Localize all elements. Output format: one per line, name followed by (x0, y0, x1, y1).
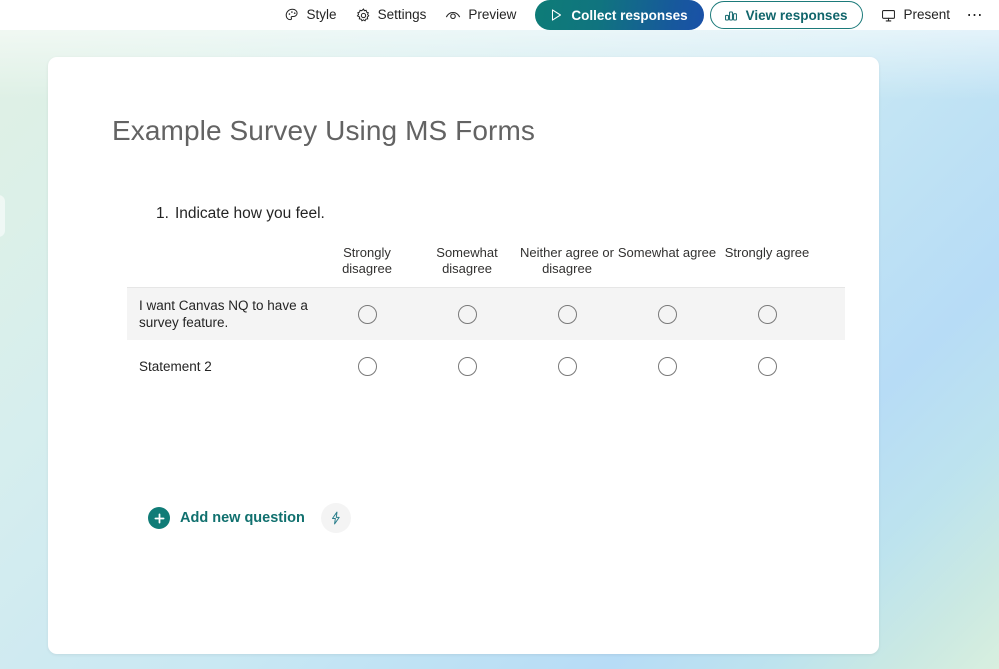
radio-r1c2[interactable] (457, 304, 477, 324)
question-title-row[interactable]: 1. Indicate how you feel. (106, 205, 846, 223)
likert-table: Strongly disagree Somewhat disagree Neit… (127, 245, 845, 392)
question-block-1: 1. Indicate how you feel. Strongly disag… (106, 205, 846, 392)
likert-cell-r1c3[interactable] (517, 304, 617, 324)
toolbar-item-preview-label: Preview (468, 7, 517, 23)
likert-cell-r2c4[interactable] (617, 356, 717, 376)
likert-cell-r1c5[interactable] (717, 304, 817, 324)
radio-r2c4[interactable] (657, 356, 677, 376)
toolbar-item-preview[interactable]: Preview (435, 2, 525, 28)
toolbar-item-style[interactable]: Style (275, 2, 346, 28)
view-responses-label: View responses (745, 7, 848, 23)
lightning-bolt-icon[interactable] (320, 503, 351, 533)
radio-r2c3[interactable] (557, 356, 577, 376)
likert-cell-r2c3[interactable] (517, 356, 617, 376)
likert-row-1: I want Canvas NQ to have a survey featur… (127, 288, 845, 340)
radio-r2c2[interactable] (457, 356, 477, 376)
plus-circle-icon[interactable] (148, 507, 170, 529)
present-label: Present (903, 7, 950, 23)
likert-cell-r2c2[interactable] (417, 356, 517, 376)
likert-column-header-2: Somewhat disagree (436, 245, 498, 276)
ellipsis-icon: ⋯ (966, 7, 984, 24)
likert-cell-r1c4[interactable] (617, 304, 717, 324)
radio-r1c1[interactable] (357, 304, 377, 324)
radio-r2c1[interactable] (357, 356, 377, 376)
radio-r1c3[interactable] (557, 304, 577, 324)
gear-icon (355, 7, 372, 24)
send-triangle-icon (548, 7, 564, 23)
toolbar-item-style-label: Style (306, 7, 337, 23)
likert-cell-r2c1[interactable] (317, 356, 417, 376)
palette-icon (284, 7, 301, 24)
present-button[interactable]: Present (871, 2, 959, 28)
bar-chart-icon (723, 7, 739, 23)
form-title[interactable]: Example Survey Using MS Forms (112, 115, 535, 147)
likert-cell-r2c5[interactable] (717, 356, 817, 376)
likert-column-header-3: Neither agree or disagree (520, 245, 614, 276)
more-options-button[interactable]: ⋯ (961, 2, 989, 28)
add-new-question-label[interactable]: Add new question (180, 510, 305, 526)
collect-responses-label: Collect responses (571, 7, 688, 23)
likert-cell-r1c1[interactable] (317, 304, 417, 324)
form-card: Example Survey Using MS Forms 1. Indicat… (48, 57, 879, 654)
left-edge-panel-handle[interactable] (0, 195, 5, 237)
question-number: 1. (156, 205, 169, 222)
top-toolbar: Style Settings Preview Collect responses (0, 0, 999, 30)
likert-row-2: Statement 2 (127, 340, 845, 392)
add-new-question-row: Add new question (148, 503, 351, 533)
likert-row-1-statement[interactable]: I want Canvas NQ to have a survey featur… (127, 297, 317, 331)
view-responses-button[interactable]: View responses (709, 1, 864, 29)
radio-r1c4[interactable] (657, 304, 677, 324)
collect-responses-button[interactable]: Collect responses (535, 0, 704, 30)
likert-header-spacer (127, 245, 317, 277)
likert-cell-r1c2[interactable] (417, 304, 517, 324)
radio-r2c5[interactable] (757, 356, 777, 376)
likert-row-2-statement[interactable]: Statement 2 (127, 358, 317, 375)
eye-icon (444, 6, 462, 24)
radio-r1c5[interactable] (757, 304, 777, 324)
likert-column-header-4: Somewhat agree (617, 245, 717, 260)
question-text: Indicate how you feel. (174, 205, 325, 222)
likert-column-header-1: Strongly disagree (342, 245, 392, 276)
toolbar-item-settings[interactable]: Settings (346, 2, 436, 28)
likert-header-row: Strongly disagree Somewhat disagree Neit… (127, 245, 845, 288)
likert-column-header-5: Strongly agree (724, 245, 810, 260)
toolbar-item-settings-label: Settings (377, 7, 427, 23)
monitor-icon (880, 7, 897, 24)
